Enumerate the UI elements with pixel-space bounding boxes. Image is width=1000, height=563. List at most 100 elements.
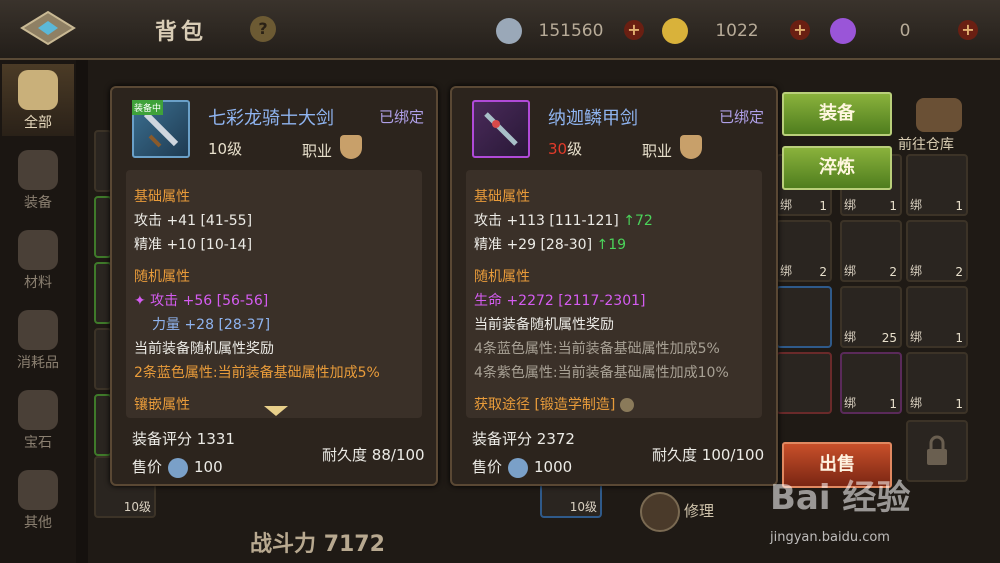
item-slot[interactable]: 绑2 [776,220,832,282]
slot-count: 2 [889,265,897,279]
score-label: 装备评分 [132,430,193,448]
section-title: 基础属性 [134,189,190,205]
tab-label: 宝石 [24,435,52,451]
price-value: 100 [194,458,223,476]
item-slot[interactable]: 绑 25 [840,286,902,348]
durability-row: 耐久度 100/100 [652,444,764,465]
slot-count: 1 [889,199,897,213]
add-silver-button[interactable]: + [624,20,644,40]
item-slot[interactable] [776,286,832,348]
section-title: 随机属性 [134,269,190,285]
item-slot[interactable]: 绑1 [840,352,902,414]
other-icon [18,470,58,510]
source-search-icon[interactable] [619,398,634,412]
attribute-line: 力量 +28 [28-37] [152,317,271,333]
gem-currency-icon [830,18,856,44]
durability-value: 100/100 [701,446,765,464]
item-slot[interactable] [776,352,832,414]
price-value: 1000 [534,458,573,476]
gem-icon [18,390,58,430]
item-level: 30级 [548,138,582,159]
score-value: 1331 [196,430,235,448]
section-title: 基础属性 [474,189,530,205]
slot-bound: 绑 [910,330,923,344]
tab-consumable[interactable]: 消耗品 [2,304,74,376]
section-title: 随机属性 [474,269,530,285]
item-slot[interactable]: 绑1 [906,286,968,348]
equipped-badge: 装备中 [132,100,164,115]
item-attributes: 基础属性 攻击 +41 [41-55] 精准 +10 [10-14] 随机属性 … [126,170,422,418]
tab-material[interactable]: 材料 [2,224,74,296]
attribute-line: 生命 +2272 [2117-2301] [474,293,646,309]
greatsword-icon: 装备中 [132,100,190,158]
tab-all[interactable]: 全部 [2,64,74,136]
material-icon [18,230,58,270]
sword-icon [472,100,530,158]
bonus-line: 4条蓝色属性:当前装备基础属性加成5% [474,341,720,357]
item-slot[interactable]: 绑2 [840,220,902,282]
add-gold-button[interactable]: + [790,20,810,40]
item-attributes: 基础属性 攻击 +113 [111-121] ↑72 精准 +29 [28-30… [466,170,762,418]
required-level: 30 [548,140,568,158]
bound-label: 已绑定 [378,108,424,126]
price-row: 售价 100 [132,456,223,478]
armor-icon [18,150,58,190]
durability-row: 耐久度 88/100 [322,444,425,465]
attribute-text: 精准 +29 [28-30] [474,237,593,253]
tab-label: 全部 [24,115,52,131]
gold-currency: 1022 + [662,18,822,44]
attribute-increase: ↑19 [596,237,627,253]
item-slot[interactable]: 绑1 [906,352,968,414]
silver-coin-icon [168,457,189,478]
help-button[interactable]: ? [250,16,276,42]
power-label: 战斗力 [250,532,317,557]
gem-value: 0 [899,21,911,41]
back-button[interactable] [16,8,80,48]
locked-slot [906,420,968,482]
source-text: 获取途径 [锻造学制造] [474,397,616,413]
slot-bound: 绑 [910,264,923,278]
watermark-logo: Bai 经验 [770,478,911,518]
tab-label: 材料 [24,275,52,291]
attribute-line: 攻击 +41 [41-55] [134,213,253,229]
slot-bound: 绑 [844,198,857,212]
job-shield-icon [340,135,362,159]
add-gem-button[interactable]: + [958,20,978,40]
tab-equipment[interactable]: 装备 [2,144,74,216]
repair-label: 修理 [684,502,715,520]
bound-label: 已绑定 [718,108,764,126]
bonus-line: 2条蓝色属性:当前装备基础属性加成5% [134,365,380,381]
repair-button[interactable]: 修理 [640,490,740,532]
tab-gem[interactable]: 宝石 [2,384,74,456]
slot-count: 1 [955,397,963,411]
refine-button[interactable]: 淬炼 [782,146,892,190]
item-slot[interactable]: 绑2 [906,220,968,282]
attribute-line: 攻击 +113 [111-121] ↑72 [474,210,653,230]
level-unit: 级 [567,140,583,158]
price-label: 售价 [472,458,503,476]
attribute-line: 精准 +10 [10-14] [134,237,253,253]
durability-label: 耐久度 [322,446,368,464]
right-item-tooltip: 纳迦鳞甲剑 已绑定 30级 职业 基础属性 攻击 +113 [111-121] … [450,86,778,486]
scroll-down-icon[interactable] [264,406,288,416]
durability-label: 耐久度 [652,446,698,464]
top-bar: 背包 ? 151560 + 1022 + 0 + [0,0,1000,60]
chest-icon [916,98,962,132]
slot-bound: 绑 [780,264,793,278]
gem-currency: 0 + [830,18,990,44]
slot-level: 10级 [123,500,151,514]
warehouse-label: 前往仓库 [898,137,954,153]
slot-level: 10级 [569,500,597,514]
tab-other[interactable]: 其他 [2,464,74,536]
page-title: 背包 [155,20,208,45]
slot-bound: 绑 [780,198,793,212]
warehouse-button[interactable]: 前往仓库 [896,94,986,154]
silver-coin-icon [508,457,529,478]
slot-bound: 绑 [910,396,923,410]
slot-bound: 绑 [844,264,857,278]
power-value: 7172 [323,532,385,557]
bonus-line: 4条紫色属性:当前装备基础属性加成10% [474,365,729,381]
item-slot[interactable]: 绑1 [906,154,968,216]
job-label: 职业 [642,142,673,160]
equip-button[interactable]: 装备 [782,92,892,136]
